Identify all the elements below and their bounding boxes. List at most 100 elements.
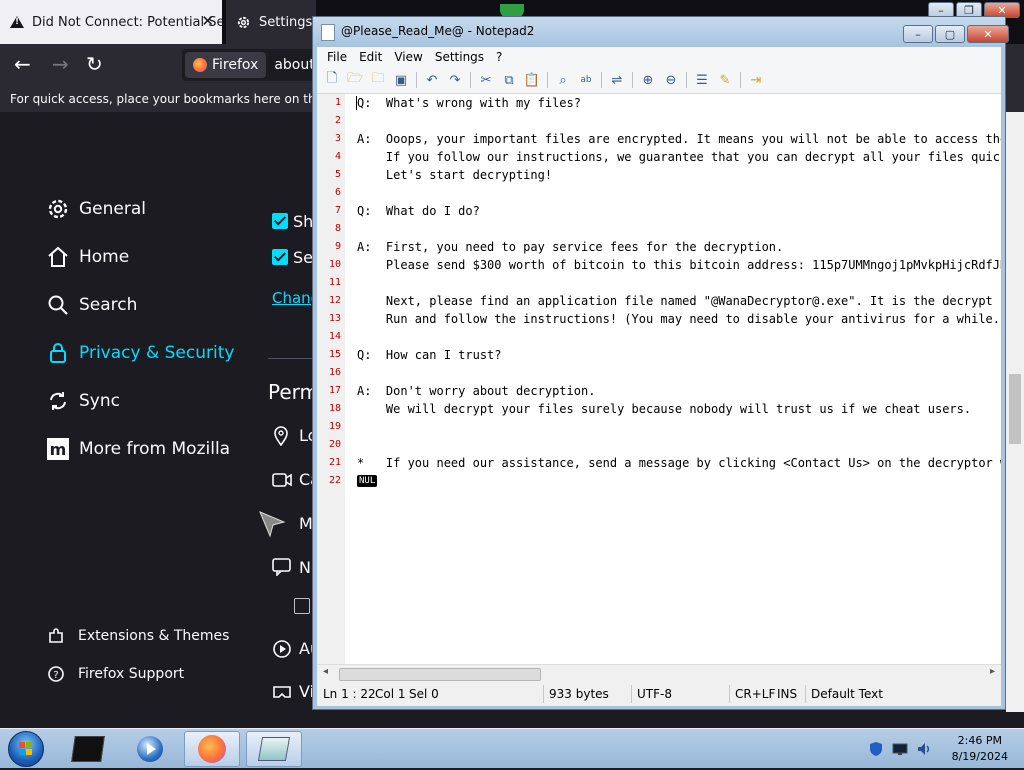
sidebar-item-home[interactable]: Home xyxy=(45,244,129,270)
line-text: Please send $300 worth of bitcoin to thi… xyxy=(357,258,1001,272)
zoom-out-icon[interactable]: ⊖ xyxy=(663,72,679,88)
editor-line[interactable]: 17 A: Don't worry about decryption. xyxy=(317,382,1001,400)
sidebar-item-label: Sync xyxy=(79,391,120,411)
svg-text:?: ? xyxy=(53,670,58,681)
undo-icon[interactable]: ↶ xyxy=(424,72,440,88)
menu-file[interactable]: File xyxy=(327,50,347,64)
taskbar: 2:46 PM 8/19/2024 xyxy=(0,728,1024,768)
network-icon[interactable] xyxy=(892,741,908,757)
save-icon[interactable]: ▣ xyxy=(393,72,409,88)
paste-icon[interactable]: 📋 xyxy=(524,72,540,88)
sidebar-item-search[interactable]: Search xyxy=(45,292,137,318)
editor-line[interactable]: 14 xyxy=(317,328,1001,346)
redo-icon[interactable]: ↷ xyxy=(447,72,463,88)
exit-icon[interactable]: ⇥ xyxy=(748,72,764,88)
sidebar-item-more-from-mozilla[interactable]: m More from Mozilla xyxy=(45,436,230,462)
status-encoding[interactable]: UTF-8 xyxy=(637,687,672,701)
scheme-icon[interactable]: ☰ xyxy=(694,72,710,88)
editor-line[interactable]: 7 Q: What do I do? xyxy=(317,202,1001,220)
editor-line[interactable]: 3 A: Ooops, your important files are encr… xyxy=(317,130,1001,148)
volume-icon[interactable] xyxy=(916,741,932,757)
tab-close-icon[interactable]: ✕ xyxy=(201,12,214,30)
line-number: 17 xyxy=(328,385,341,396)
checkbox-show[interactable] xyxy=(272,213,288,229)
editor-line[interactable]: 10 Please send $300 worth of bitcoin to … xyxy=(317,256,1001,274)
notepad2-titlebar[interactable]: @Please_Read_Me@ - Notepad2 – ▢ ✕ xyxy=(313,17,1009,47)
menu-view[interactable]: View xyxy=(394,50,422,64)
editor-line[interactable]: 6 xyxy=(317,184,1001,202)
tab-did-not-connect[interactable]: Did Not Connect: Potential Secu ✕ xyxy=(0,0,222,44)
editor-line[interactable]: 11 xyxy=(317,274,1001,292)
back-button[interactable]: ← xyxy=(14,52,31,76)
status-insert-mode[interactable]: INS xyxy=(777,687,797,701)
editor-line[interactable]: 9 A: First, you need to pay service fees … xyxy=(317,238,1001,256)
scroll-left-icon[interactable]: ◂ xyxy=(323,666,328,677)
editor-line[interactable]: 4 If you follow our instructions, we gua… xyxy=(317,148,1001,166)
editor-line[interactable]: 18 We will decrypt your files surely bec… xyxy=(317,400,1001,418)
replace-icon[interactable]: ab xyxy=(578,72,594,88)
scroll-right-icon[interactable]: ▸ xyxy=(990,666,995,677)
editor-line[interactable]: 19 xyxy=(317,418,1001,436)
scrollbar-thumb[interactable] xyxy=(1009,374,1021,444)
editor-line[interactable]: 5 Let's start decrypting! xyxy=(317,166,1001,184)
editor-line[interactable]: 12 Next, please find an application file… xyxy=(317,292,1001,310)
start-button[interactable] xyxy=(8,731,44,767)
editor-line[interactable]: 22 NUL xyxy=(317,472,1001,490)
taskbar-app-media-player[interactable] xyxy=(122,731,178,767)
copy-icon[interactable]: ⧉ xyxy=(501,72,517,88)
editor-line[interactable]: 16 xyxy=(317,364,1001,382)
taskbar-app-terminal[interactable] xyxy=(60,731,116,767)
editor-line[interactable]: 8 xyxy=(317,220,1001,238)
find-icon[interactable]: ⌕ xyxy=(555,72,571,88)
line-number: 15 xyxy=(328,349,341,360)
cut-icon[interactable]: ✂ xyxy=(478,72,494,88)
sidebar-item-firefox-support[interactable]: ? Firefox Support xyxy=(46,664,184,684)
taskbar-app-firefox[interactable] xyxy=(184,731,240,767)
identity-chip[interactable]: Firefox xyxy=(185,52,267,78)
status-divider xyxy=(631,685,632,703)
vr-icon xyxy=(272,684,292,704)
maximize-button[interactable]: ▢ xyxy=(935,25,965,43)
sidebar-item-privacy-security[interactable]: Privacy & Security xyxy=(45,340,234,366)
taskbar-app-notepad2[interactable] xyxy=(246,731,302,767)
reload-button[interactable]: ↻ xyxy=(86,52,103,76)
system-clock[interactable]: 2:46 PM 8/19/2024 xyxy=(952,733,1008,765)
sidebar-item-general[interactable]: General xyxy=(45,196,146,222)
divider xyxy=(268,358,316,359)
open-folder-icon[interactable]: 🗁 xyxy=(347,71,363,88)
editor-line[interactable]: 13 Run and follow the instructions! (You… xyxy=(317,310,1001,328)
editor-line[interactable]: 20 xyxy=(317,436,1001,454)
zoom-in-icon[interactable]: ⊕ xyxy=(640,72,656,88)
menu-edit[interactable]: Edit xyxy=(359,50,382,64)
status-scheme[interactable]: Default Text xyxy=(811,687,883,701)
horizontal-scrollbar[interactable]: ◂ ▸ xyxy=(317,664,1001,682)
word-wrap-icon[interactable]: ⇌ xyxy=(609,72,625,88)
windows-logo-icon xyxy=(19,742,32,755)
url-bar[interactable]: Firefox about:p xyxy=(182,49,328,81)
close-button[interactable]: ✕ xyxy=(967,25,1009,43)
checkbox-unchecked[interactable] xyxy=(294,598,310,614)
forward-button[interactable]: → xyxy=(52,52,69,76)
minimize-button[interactable]: – xyxy=(903,25,933,43)
notification-icon xyxy=(272,558,292,580)
menu-settings[interactable]: Settings xyxy=(435,50,484,64)
tab-settings[interactable]: Settings xyxy=(226,0,316,44)
sidebar-item-extensions-themes[interactable]: Extensions & Themes xyxy=(46,626,229,646)
firefox-scrollbar[interactable] xyxy=(1006,112,1024,712)
scrollbar-thumb[interactable] xyxy=(339,668,541,681)
editor-line[interactable]: 21 * If you need our assistance, send a m… xyxy=(317,454,1001,472)
status-line-endings[interactable]: CR+LF xyxy=(735,687,775,701)
checkbox-search[interactable] xyxy=(272,249,288,265)
shield-icon[interactable] xyxy=(868,741,884,757)
customize-icon[interactable]: ✎ xyxy=(717,72,733,88)
tab-label: Did Not Connect: Potential Secu xyxy=(32,14,222,30)
browse-icon[interactable]: 🗀 xyxy=(370,71,386,88)
editor-line[interactable]: 1 Q: What's wrong with my files? xyxy=(317,94,1001,112)
menu-help[interactable]: ? xyxy=(496,50,502,64)
editor-line[interactable]: 15 Q: How can I trust? xyxy=(317,346,1001,364)
new-file-icon[interactable]: 🗋 xyxy=(324,71,340,88)
editor-line[interactable]: 2 xyxy=(317,112,1001,130)
text-editor[interactable]: 1 Q: What's wrong with my files? 2 3 A: Ooop… xyxy=(317,94,1001,664)
sidebar-item-sync[interactable]: Sync xyxy=(45,388,120,414)
clock-date: 8/19/2024 xyxy=(951,750,1008,763)
